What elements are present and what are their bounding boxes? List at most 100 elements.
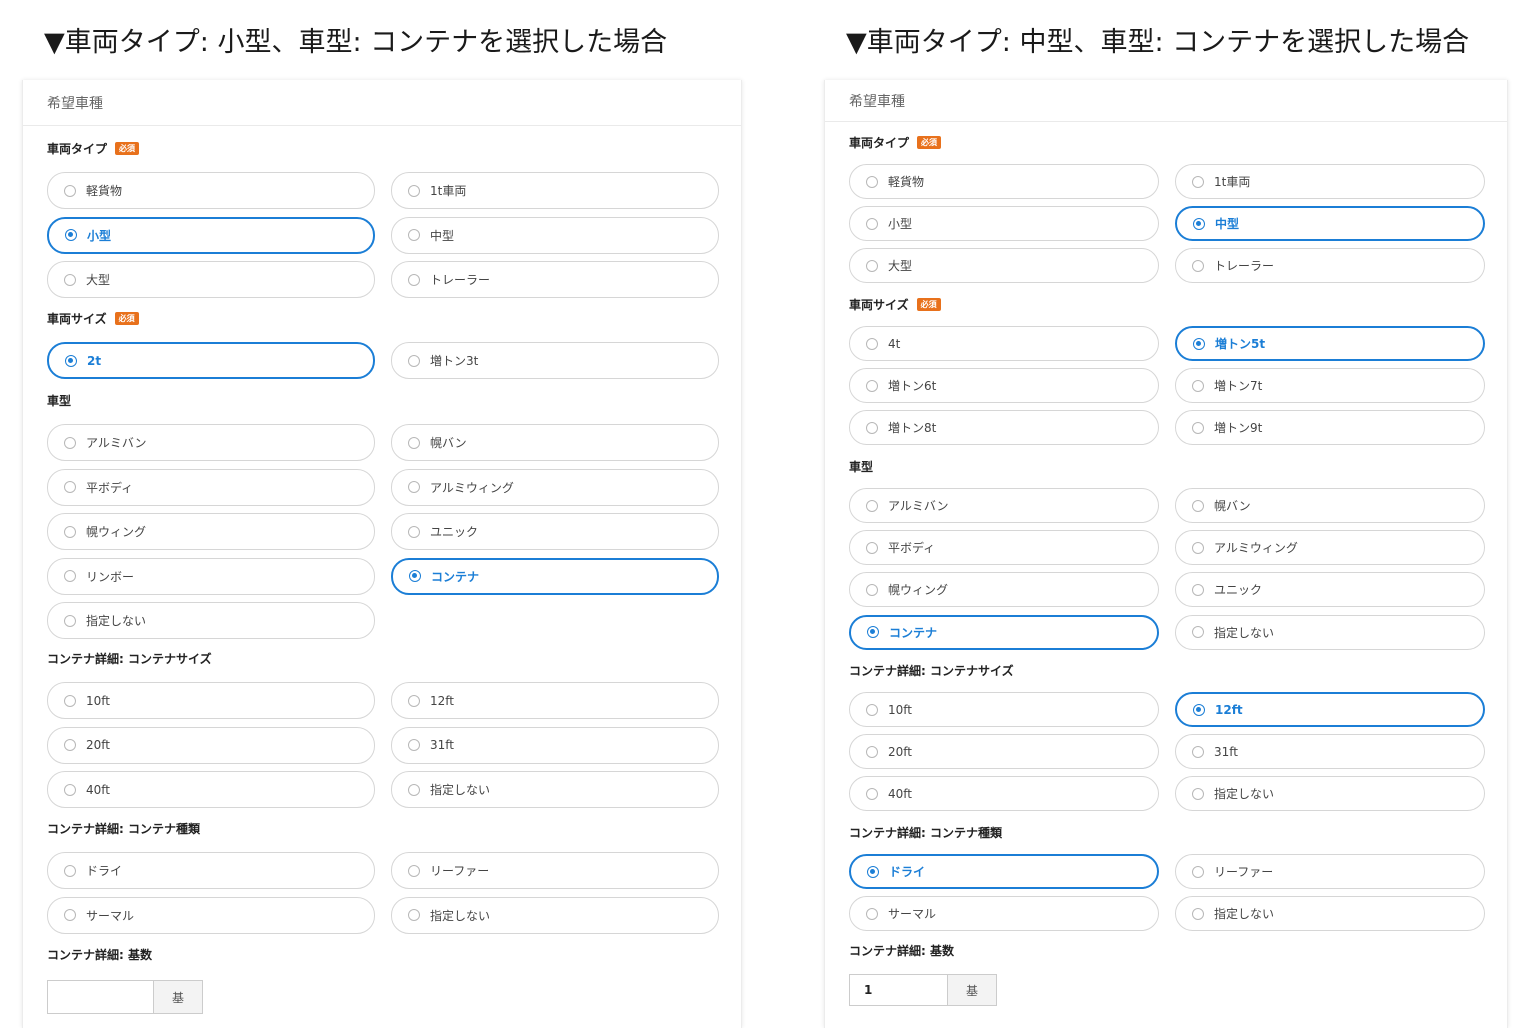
radio-group: 軽貨物 1t車両 小型 中型 大型 トレーラー xyxy=(849,164,1485,284)
radio-unchecked-icon xyxy=(1192,865,1204,878)
radio-unchecked-icon xyxy=(64,909,76,922)
radio-option-ドライ[interactable]: ドライ xyxy=(47,852,375,889)
radio-option-トレーラー[interactable]: トレーラー xyxy=(391,261,719,299)
required-badge: 必須 xyxy=(917,135,942,149)
radio-option-平ボディ[interactable]: 平ボディ xyxy=(849,530,1159,566)
radio-option-小型[interactable]: 小型 xyxy=(849,206,1159,242)
radio-option-トレーラー[interactable]: トレーラー xyxy=(1175,248,1485,284)
radio-option-12ft[interactable]: 12ft xyxy=(391,682,719,719)
radio-option-10ft[interactable]: 10ft xyxy=(849,692,1159,727)
radio-option-label: 軽貨物 xyxy=(888,175,925,189)
radio-option-40ft[interactable]: 40ft xyxy=(47,771,375,809)
radio-option-4t[interactable]: 4t xyxy=(849,326,1159,361)
radio-option-大型[interactable]: 大型 xyxy=(849,248,1159,284)
radio-option-label: リンボー xyxy=(86,569,135,584)
field-label: コンテナ詳細: 基数 xyxy=(849,942,1485,958)
radio-unchecked-icon xyxy=(64,184,76,197)
radio-option-label: コンテナ xyxy=(431,569,480,584)
radio-option-2t[interactable]: 2t xyxy=(47,342,375,379)
radio-option-label: 12ft xyxy=(1215,702,1243,717)
radio-option-幌バン[interactable]: 幌バン xyxy=(391,424,719,461)
radio-unchecked-icon xyxy=(866,907,878,920)
radio-option-指定しない[interactable]: 指定しない xyxy=(47,602,375,640)
field-label: 車型 xyxy=(849,458,1485,474)
vehicle-form-panel-right: 希望車種 車両タイプ 必須 軽貨物 1t車両 小型 中型 大型 トレーラー 車両サイズ 必須 4t 増… xyxy=(824,80,1508,1028)
radio-option-コンテナ[interactable]: コンテナ xyxy=(849,614,1159,650)
radio-option-ユニック[interactable]: ユニック xyxy=(1175,572,1485,608)
radio-option-中型[interactable]: 中型 xyxy=(1175,206,1485,242)
radio-option-軽貨物[interactable]: 軽貨物 xyxy=(849,164,1159,199)
radio-option-label: 増トン3t xyxy=(430,354,479,368)
radio-option-指定しない[interactable]: 指定しない xyxy=(1175,776,1485,812)
radio-option-ユニック[interactable]: ユニック xyxy=(391,513,719,551)
radio-option-アルミバン[interactable]: アルミバン xyxy=(849,488,1159,523)
field-label: コンテナ詳細: コンテナサイズ xyxy=(47,650,719,666)
radio-option-1t車両[interactable]: 1t車両 xyxy=(1175,164,1485,199)
radio-option-大型[interactable]: 大型 xyxy=(47,261,375,299)
field-label-text: コンテナ詳細: コンテナサイズ xyxy=(47,651,212,666)
radio-option-中型[interactable]: 中型 xyxy=(391,216,719,254)
radio-unchecked-icon xyxy=(64,864,76,877)
radio-option-幌ウィング[interactable]: 幌ウィング xyxy=(849,572,1159,608)
field-label: コンテナ詳細: コンテナサイズ xyxy=(849,662,1485,678)
radio-option-label: 中型 xyxy=(430,228,455,243)
radio-option-1t車両[interactable]: 1t車両 xyxy=(391,172,719,209)
radio-option-20ft[interactable]: 20ft xyxy=(849,734,1159,770)
radio-checked-icon xyxy=(409,570,421,583)
radio-unchecked-icon xyxy=(408,864,420,877)
container-count-input[interactable]: 1 xyxy=(849,974,947,1006)
radio-unchecked-icon xyxy=(408,694,420,707)
radio-option-アルミバン[interactable]: アルミバン xyxy=(47,424,375,461)
radio-option-リーファー[interactable]: リーファー xyxy=(391,852,719,889)
radio-option-40ft[interactable]: 40ft xyxy=(849,776,1159,812)
radio-option-増トン6t[interactable]: 増トン6t xyxy=(849,368,1159,404)
radio-unchecked-icon xyxy=(408,739,420,752)
radio-option-コンテナ[interactable]: コンテナ xyxy=(391,557,719,595)
radio-unchecked-icon xyxy=(1192,379,1204,392)
container-count-input[interactable] xyxy=(47,980,153,1014)
radio-option-リーファー[interactable]: リーファー xyxy=(1175,854,1485,889)
radio-option-増トン8t[interactable]: 増トン8t xyxy=(849,410,1159,446)
radio-option-ドライ[interactable]: ドライ xyxy=(849,854,1159,889)
section-container-kind: コンテナ詳細: コンテナ種類 ドライ リーファー サーマル 指定しない xyxy=(849,824,1485,932)
radio-option-幌バン[interactable]: 幌バン xyxy=(1175,488,1485,523)
radio-option-増トン3t[interactable]: 増トン3t xyxy=(391,342,719,379)
radio-option-10ft[interactable]: 10ft xyxy=(47,682,375,719)
radio-unchecked-icon xyxy=(408,436,420,449)
radio-option-指定しない[interactable]: 指定しない xyxy=(1175,896,1485,932)
radio-option-label: 指定しない xyxy=(430,908,491,923)
radio-option-小型[interactable]: 小型 xyxy=(47,216,375,254)
radio-option-アルミウィング[interactable]: アルミウィング xyxy=(1175,530,1485,566)
radio-unchecked-icon xyxy=(866,703,878,716)
radio-option-label: 軽貨物 xyxy=(86,184,123,198)
radio-unchecked-icon xyxy=(408,909,420,922)
field-label: 車両タイプ 必須 xyxy=(849,134,1485,150)
field-label: 車両サイズ 必須 xyxy=(849,296,1485,312)
radio-option-軽貨物[interactable]: 軽貨物 xyxy=(47,172,375,209)
radio-option-12ft[interactable]: 12ft xyxy=(1175,692,1485,727)
radio-option-増トン9t[interactable]: 増トン9t xyxy=(1175,410,1485,446)
radio-option-リンボー[interactable]: リンボー xyxy=(47,557,375,595)
radio-option-label: 幌ウィング xyxy=(888,583,949,598)
radio-option-サーマル[interactable]: サーマル xyxy=(47,896,375,934)
radio-option-31ft[interactable]: 31ft xyxy=(391,726,719,764)
radio-option-増トン7t[interactable]: 増トン7t xyxy=(1175,368,1485,404)
radio-option-label: ユニック xyxy=(1214,583,1263,598)
radio-option-label: 指定しない xyxy=(86,614,147,629)
radio-option-指定しない[interactable]: 指定しない xyxy=(391,771,719,809)
radio-option-増トン5t[interactable]: 増トン5t xyxy=(1175,326,1485,361)
radio-option-label: 40ft xyxy=(86,782,110,797)
radio-option-指定しない[interactable]: 指定しない xyxy=(1175,614,1485,650)
radio-unchecked-icon xyxy=(1192,583,1204,596)
radio-option-サーマル[interactable]: サーマル xyxy=(849,896,1159,932)
radio-option-アルミウィング[interactable]: アルミウィング xyxy=(391,468,719,506)
radio-option-指定しない[interactable]: 指定しない xyxy=(391,896,719,934)
radio-unchecked-icon xyxy=(408,481,420,494)
radio-option-平ボディ[interactable]: 平ボディ xyxy=(47,468,375,506)
radio-option-20ft[interactable]: 20ft xyxy=(47,726,375,764)
radio-option-31ft[interactable]: 31ft xyxy=(1175,734,1485,770)
radio-unchecked-icon xyxy=(408,354,420,367)
radio-option-label: 指定しない xyxy=(1214,787,1275,802)
radio-option-幌ウィング[interactable]: 幌ウィング xyxy=(47,513,375,551)
radio-option-label: 31ft xyxy=(430,738,454,753)
